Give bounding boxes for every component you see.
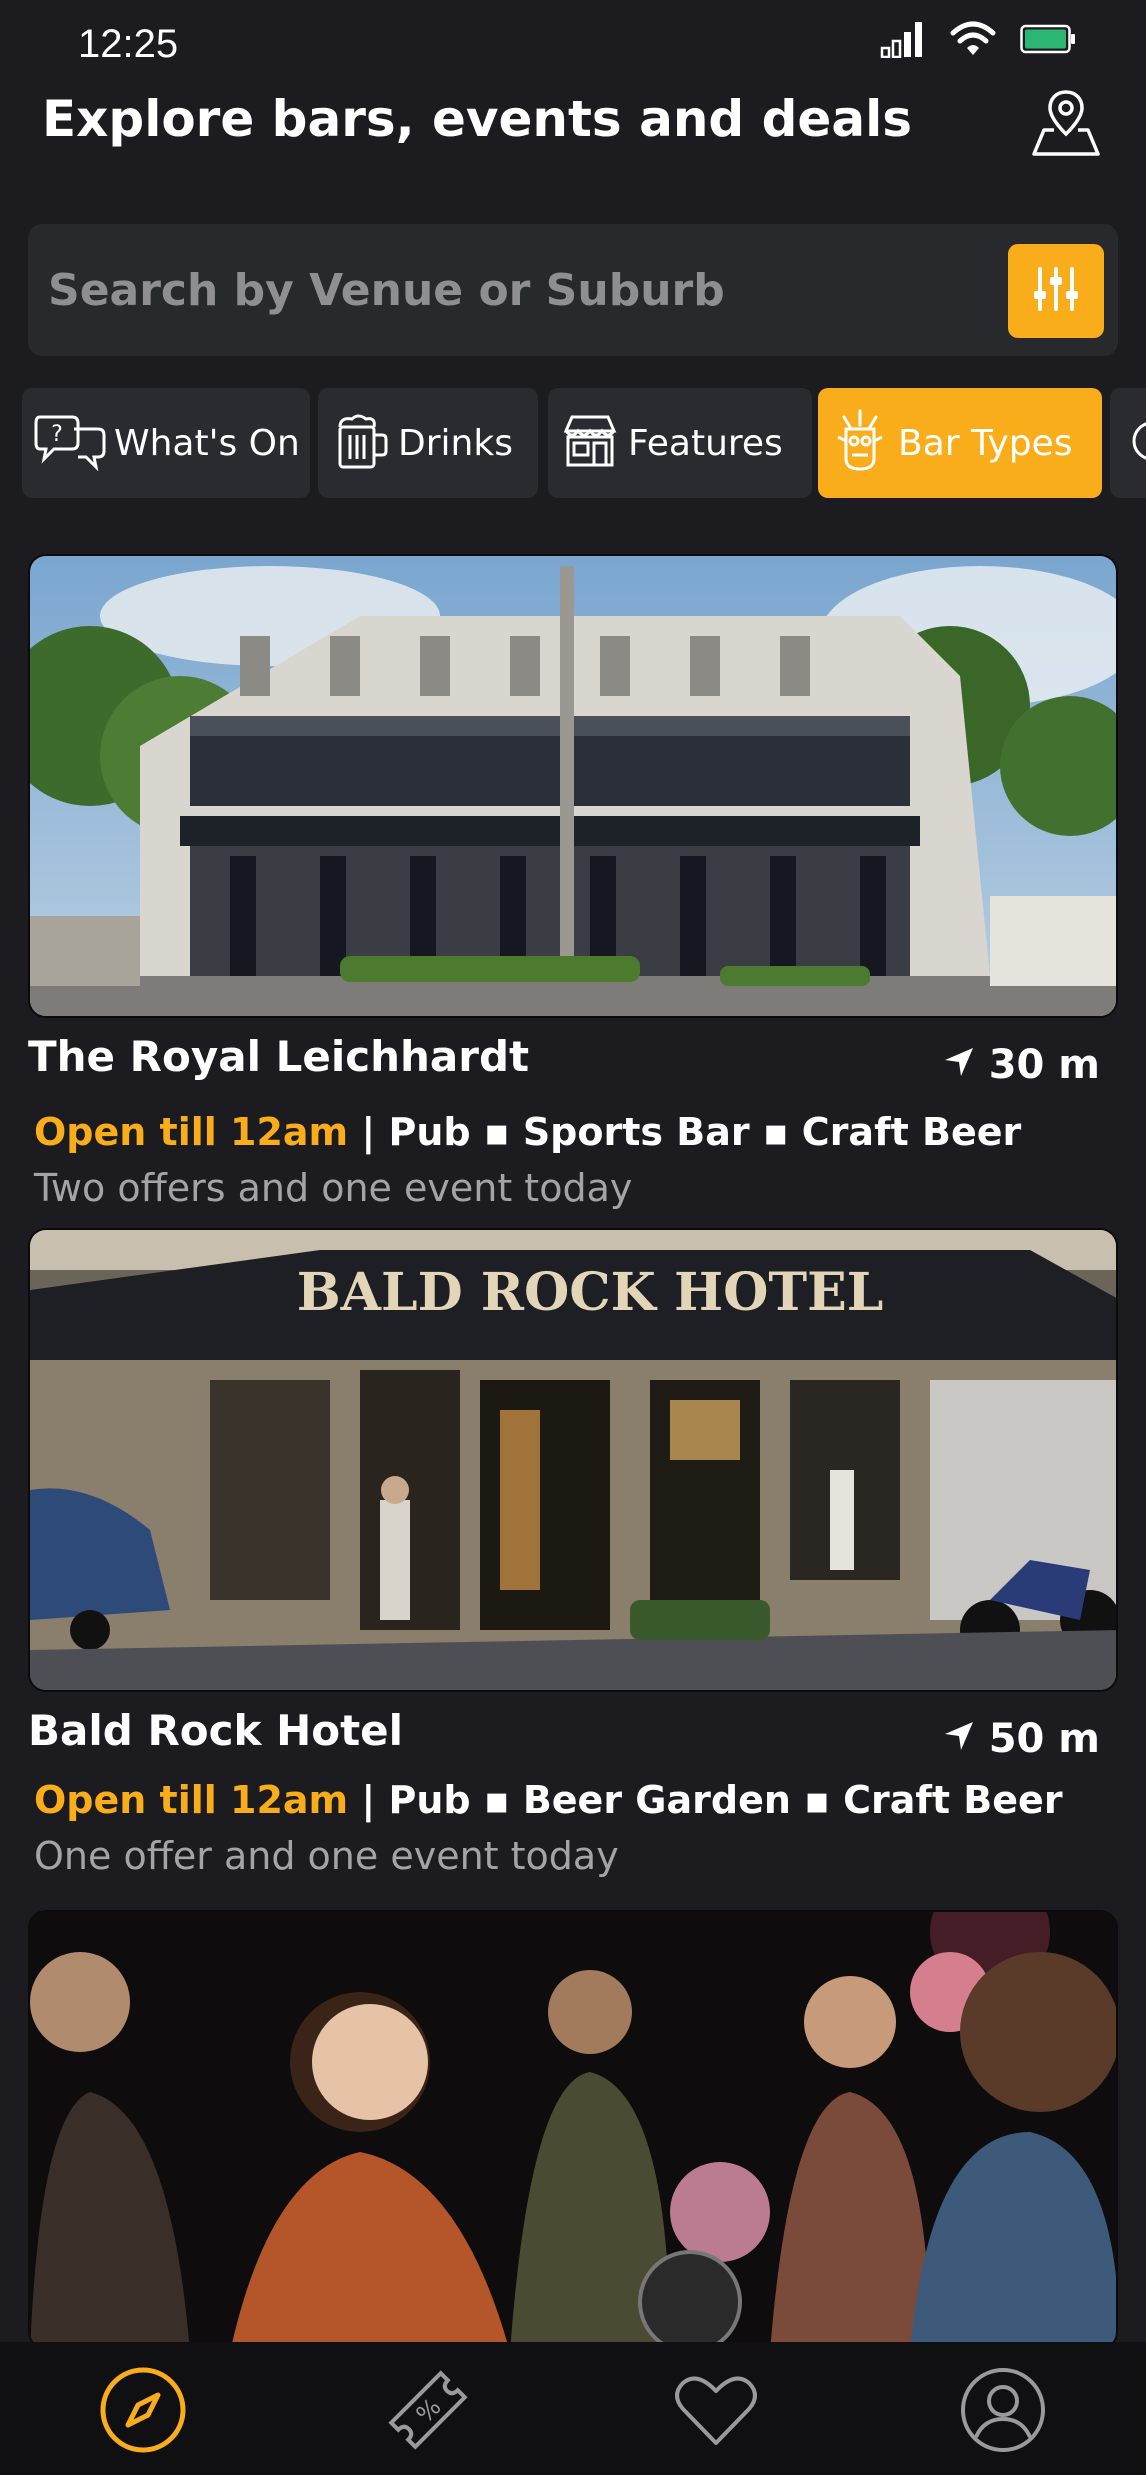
venue-tags: | Pub ▪ Sports Bar ▪ Craft Beer <box>361 1110 1022 1154</box>
venue-name: The Royal Leichhardt <box>28 1032 530 1081</box>
venue-meta: Open till 12am | Pub ▪ Beer Garden ▪ Cra… <box>34 1778 1063 1822</box>
navigation-arrow-icon <box>943 1716 975 1762</box>
venue-distance: 50 m <box>943 1716 1100 1762</box>
nav-deals[interactable]: % <box>380 2364 476 2460</box>
venue-photo[interactable] <box>28 554 1118 1018</box>
map-pin-icon <box>1030 86 1102 162</box>
nav-profile[interactable] <box>955 2364 1051 2460</box>
chip-whats-on[interactable]: ? What's On <box>22 388 310 498</box>
profile-icon <box>958 2365 1048 2459</box>
chip-more[interactable] <box>1110 388 1146 498</box>
nav-favourites[interactable] <box>668 2364 764 2460</box>
venue-card[interactable]: The Royal Leichhardt 30 m Open till 12am… <box>28 554 1118 1214</box>
chip-label: Features <box>628 422 783 464</box>
chip-label: What's On <box>114 422 300 464</box>
sliders-icon <box>1030 265 1082 317</box>
venue-card[interactable] <box>28 1910 1118 2350</box>
venue-photo[interactable]: BALD ROCK HOTEL <box>28 1228 1118 1692</box>
compass-icon <box>98 2365 188 2459</box>
chip-label: Drinks <box>398 422 513 464</box>
wifi-icon <box>950 21 996 61</box>
chip-bar-types[interactable]: Bar Types <box>818 388 1102 498</box>
heart-icon <box>671 2365 761 2459</box>
distance-label: 30 m <box>988 1042 1100 1088</box>
discount-ticket-icon: % <box>383 2365 473 2459</box>
chip-drinks[interactable]: Drinks <box>318 388 538 498</box>
category-chips: ? What's On Drinks Features Bar Types <box>22 388 1146 498</box>
filter-button[interactable] <box>1008 244 1104 338</box>
venue-name: Bald Rock Hotel <box>28 1706 404 1755</box>
venue-offers: Two offers and one event today <box>34 1166 633 1210</box>
chip-features[interactable]: Features <box>548 388 812 498</box>
venue-tags: | Pub ▪ Beer Garden ▪ Craft Beer <box>361 1778 1063 1822</box>
venue-distance: 30 m <box>943 1042 1100 1088</box>
signal-icon <box>880 20 926 62</box>
chip-label: Bar Types <box>898 422 1073 464</box>
storefront-icon <box>560 411 620 475</box>
search-bar <box>28 224 1118 356</box>
venue-card[interactable]: BALD ROCK HOTEL Bald Rock Hotel 50 m Ope… <box>28 1228 1118 1888</box>
search-input[interactable] <box>48 224 1008 356</box>
status-icons <box>880 20 1076 62</box>
venue-meta: Open till 12am | Pub ▪ Sports Bar ▪ Craf… <box>34 1110 1021 1154</box>
page-title: Explore bars, events and deals <box>42 90 912 148</box>
status-time: 12:25 <box>78 22 179 66</box>
chip-partial-icon <box>1122 411 1146 475</box>
venue-photo[interactable] <box>28 1910 1118 2350</box>
nav-explore[interactable] <box>95 2364 191 2460</box>
chat-bubbles-icon: ? <box>34 411 106 475</box>
header: Explore bars, events and deals <box>0 90 1146 210</box>
bottom-nav: % <box>0 2342 1146 2475</box>
map-button[interactable] <box>1028 86 1104 162</box>
tiki-mask-icon <box>830 409 890 477</box>
open-status: Open till 12am <box>34 1778 349 1822</box>
battery-icon <box>1020 24 1076 58</box>
hotel-sign-text: BALD ROCK HOTEL <box>297 1262 884 1323</box>
status-bar: 12:25 <box>0 0 1146 90</box>
open-status: Open till 12am <box>34 1110 349 1154</box>
svg-text:?: ? <box>51 422 63 447</box>
navigation-arrow-icon <box>943 1042 975 1088</box>
beer-mug-icon <box>330 411 390 475</box>
distance-label: 50 m <box>988 1716 1100 1762</box>
venue-offers: One offer and one event today <box>34 1834 619 1878</box>
